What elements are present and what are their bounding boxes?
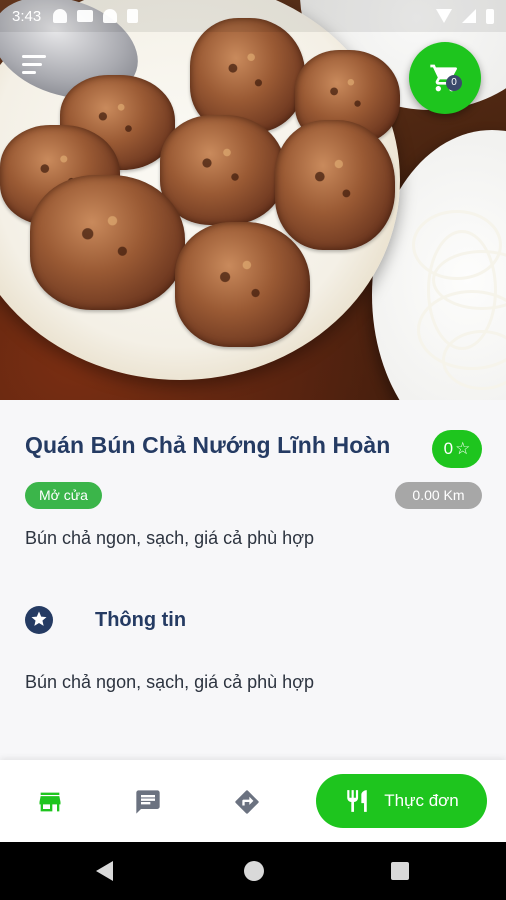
notification-app-icon <box>77 10 94 22</box>
distance-badge: 0.00 Km <box>395 482 482 509</box>
info-section-description: Bún chả ngon, sạch, giá cả phù hợp <box>25 672 315 692</box>
home-icon[interactable] <box>244 861 264 881</box>
wifi-icon <box>436 9 452 23</box>
cell-signal-icon <box>462 9 476 23</box>
status-bar: 3:43 <box>0 0 506 32</box>
info-section-header: Thông tin <box>25 606 186 634</box>
back-icon[interactable] <box>96 861 113 881</box>
system-navigation-bar <box>0 842 506 900</box>
sim-card-icon <box>127 9 139 23</box>
cart-button[interactable]: 0 <box>409 42 481 114</box>
battery-icon <box>486 8 494 24</box>
status-time: 3:43 <box>12 7 42 25</box>
notification-bell-icon <box>103 9 118 23</box>
cutlery-icon <box>347 790 367 812</box>
restaurant-short-description: Bún chả ngon, sạch, giá cả phù hợp <box>25 528 315 548</box>
open-status-badge: Mở cửa <box>25 482 102 509</box>
rating-badge[interactable]: 0 ☆ <box>432 430 482 468</box>
store-icon[interactable] <box>36 788 64 816</box>
notification-bell-icon <box>53 9 68 23</box>
hamburger-icon[interactable] <box>22 55 48 77</box>
menu-button-label: Thực đơn <box>384 791 459 810</box>
restaurant-name: Quán Bún Chả Nướng Lĩnh Hoàn <box>25 432 391 458</box>
info-section-title: Thông tin <box>95 608 187 631</box>
restaurant-details: Quán Bún Chả Nướng Lĩnh Hoàn 0 ☆ Mở cửa … <box>0 400 506 760</box>
bottom-action-bar: Thực đơn <box>0 760 506 842</box>
menu-button[interactable]: Thực đơn <box>316 774 487 828</box>
cart-count-badge: 0 <box>446 75 462 91</box>
chat-icon[interactable] <box>134 788 162 816</box>
rating-value: 0 <box>443 439 454 458</box>
star-icon <box>25 606 53 634</box>
star-icon: ☆ <box>455 439 471 458</box>
recent-apps-icon[interactable] <box>391 862 409 880</box>
directions-icon[interactable] <box>233 788 261 816</box>
